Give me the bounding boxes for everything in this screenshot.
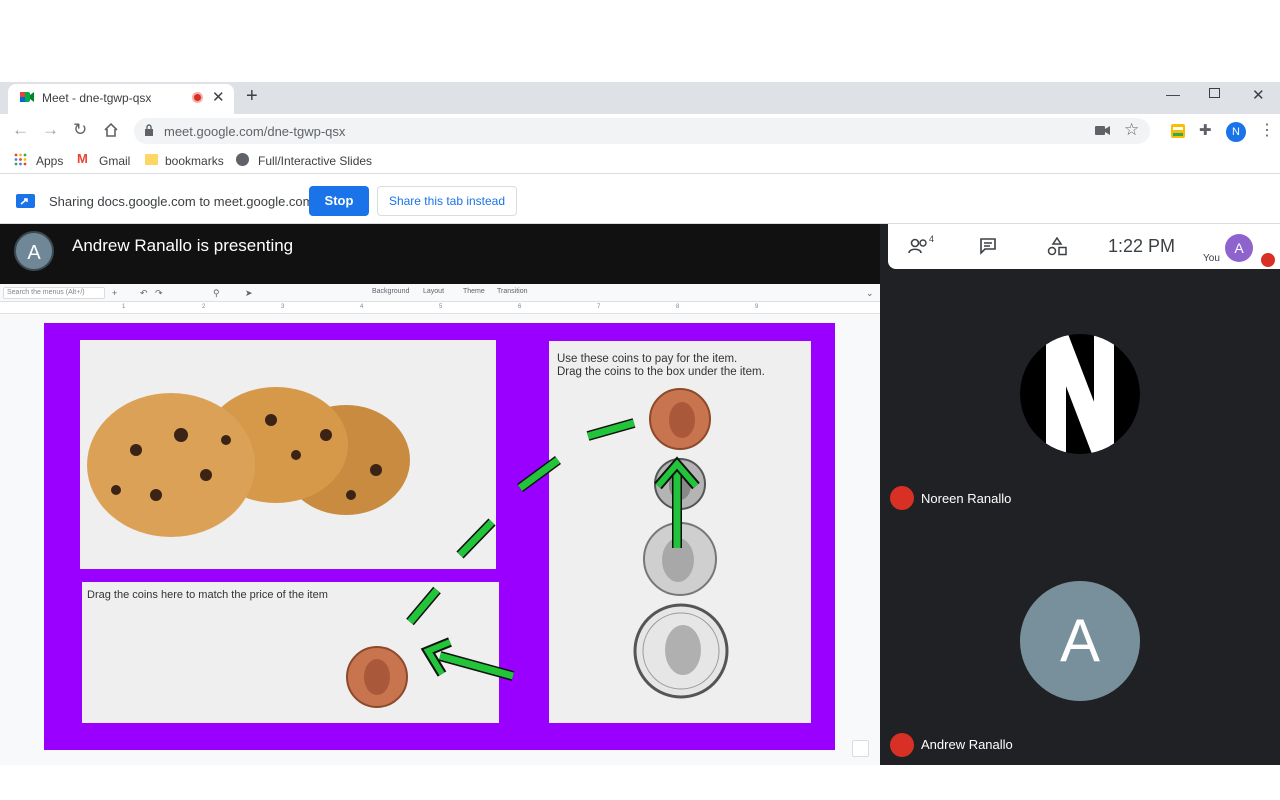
- coins-instructions-line2: Drag the coins to the box under the item…: [557, 366, 765, 378]
- explore-button[interactable]: [852, 740, 869, 757]
- globe-icon: [236, 153, 249, 166]
- presenter-avatar: A: [14, 231, 54, 271]
- extensions-puzzle-icon[interactable]: ✚: [1199, 121, 1212, 139]
- new-slide-icon[interactable]: +: [112, 288, 117, 298]
- lock-icon: [145, 124, 153, 136]
- back-icon[interactable]: ←: [12, 120, 29, 140]
- bookmark-bookmarks[interactable]: bookmarks: [165, 154, 224, 168]
- reload-icon[interactable]: ↻: [73, 120, 87, 140]
- bookmark-gmail[interactable]: Gmail: [99, 154, 130, 168]
- new-tab-button[interactable]: +: [246, 85, 258, 108]
- close-window-icon[interactable]: ✕: [1252, 86, 1265, 104]
- stop-sharing-button[interactable]: Stop: [309, 186, 369, 216]
- participants-count: 4: [929, 234, 935, 244]
- share-this-tab-button[interactable]: Share this tab instead: [377, 186, 517, 216]
- zoom-icon[interactable]: ⚲: [213, 288, 220, 299]
- url-text: meet.google.com/dne-tgwp-qsx: [164, 124, 346, 139]
- folder-icon: [145, 154, 158, 165]
- search-menus-input[interactable]: Search the menus (Alt+/): [3, 287, 105, 299]
- participant-name-andrew: Andrew Ranallo: [921, 737, 1013, 752]
- recording-icon: [192, 92, 203, 103]
- restore-icon[interactable]: [1209, 88, 1220, 98]
- tab-title: Meet - dne-tgwp-qsx: [42, 91, 152, 105]
- chat-icon[interactable]: [979, 237, 997, 255]
- minimize-icon[interactable]: —: [1166, 86, 1180, 102]
- drag-path-arrows: [406, 418, 700, 681]
- meeting-clock: 1:22 PM: [1108, 236, 1176, 256]
- select-cursor-icon[interactable]: ➤: [245, 288, 253, 299]
- meet-favicon-icon: [20, 92, 34, 102]
- apps-grid-icon[interactable]: [14, 153, 27, 166]
- bookmark-full-interactive-slides[interactable]: Full/Interactive Slides: [258, 154, 372, 168]
- menu-dots-icon[interactable]: ⋮: [1259, 120, 1275, 140]
- ruler-number: 7: [597, 304, 601, 310]
- drop-instructions: Drag the coins here to match the price o…: [87, 589, 328, 601]
- activities-icon[interactable]: [1047, 237, 1067, 256]
- ruler-number: 8: [676, 304, 680, 310]
- andrew-avatar: A: [1020, 581, 1140, 701]
- toolbar-background[interactable]: Background: [372, 288, 409, 295]
- cookies-image[interactable]: [86, 380, 416, 540]
- sharing-text: Sharing docs.google.com to meet.google.c…: [49, 194, 314, 209]
- coins-instructions-line1: Use these coins to pay for the item.: [557, 353, 738, 365]
- presenting-label: Andrew Ranallo is presenting: [72, 236, 294, 255]
- toolbar-transition[interactable]: Transition: [497, 288, 527, 295]
- ruler-number: 5: [439, 304, 443, 310]
- screen: Meet - dne-tgwp-qsx ✕ + — ✕ ← → ↻ meet.g…: [0, 0, 1280, 800]
- star-icon[interactable]: ☆: [1124, 120, 1139, 140]
- ruler-number: 6: [518, 304, 522, 310]
- self-label: You: [1203, 253, 1220, 264]
- gmail-icon: M: [77, 151, 88, 166]
- close-tab-icon[interactable]: ✕: [212, 88, 225, 106]
- ruler-number: 2: [202, 304, 206, 310]
- redo-icon[interactable]: ↷: [155, 288, 163, 299]
- meet-top-controls: [888, 224, 1280, 269]
- andrew-mic-off-icon: [890, 733, 914, 757]
- ruler-number: 3: [281, 304, 285, 310]
- undo-icon[interactable]: ↶: [140, 288, 148, 299]
- ruler-number: 4: [360, 304, 364, 310]
- participant-name-noreen: Noreen Ranallo: [921, 491, 1012, 506]
- home-icon[interactable]: [103, 122, 119, 137]
- noreen-mic-off-icon: [890, 486, 914, 510]
- camera-icon[interactable]: [1095, 125, 1111, 136]
- ruler-number: 1: [122, 304, 126, 310]
- toolbar-theme[interactable]: Theme: [463, 288, 485, 295]
- profile-avatar[interactable]: N: [1226, 122, 1246, 142]
- collapse-toolbar-icon[interactable]: ⌄: [866, 288, 874, 299]
- slides-extension-icon[interactable]: [1171, 124, 1185, 138]
- self-mic-off-icon: [1261, 253, 1275, 267]
- forward-icon[interactable]: →: [42, 120, 59, 140]
- ruler-number: 9: [755, 304, 759, 310]
- toolbar-layout[interactable]: Layout: [423, 288, 444, 295]
- self-avatar[interactable]: A: [1225, 234, 1253, 262]
- screen-share-icon: [16, 194, 35, 208]
- bookmark-apps[interactable]: Apps: [36, 154, 63, 168]
- noreen-avatar: [1020, 334, 1140, 454]
